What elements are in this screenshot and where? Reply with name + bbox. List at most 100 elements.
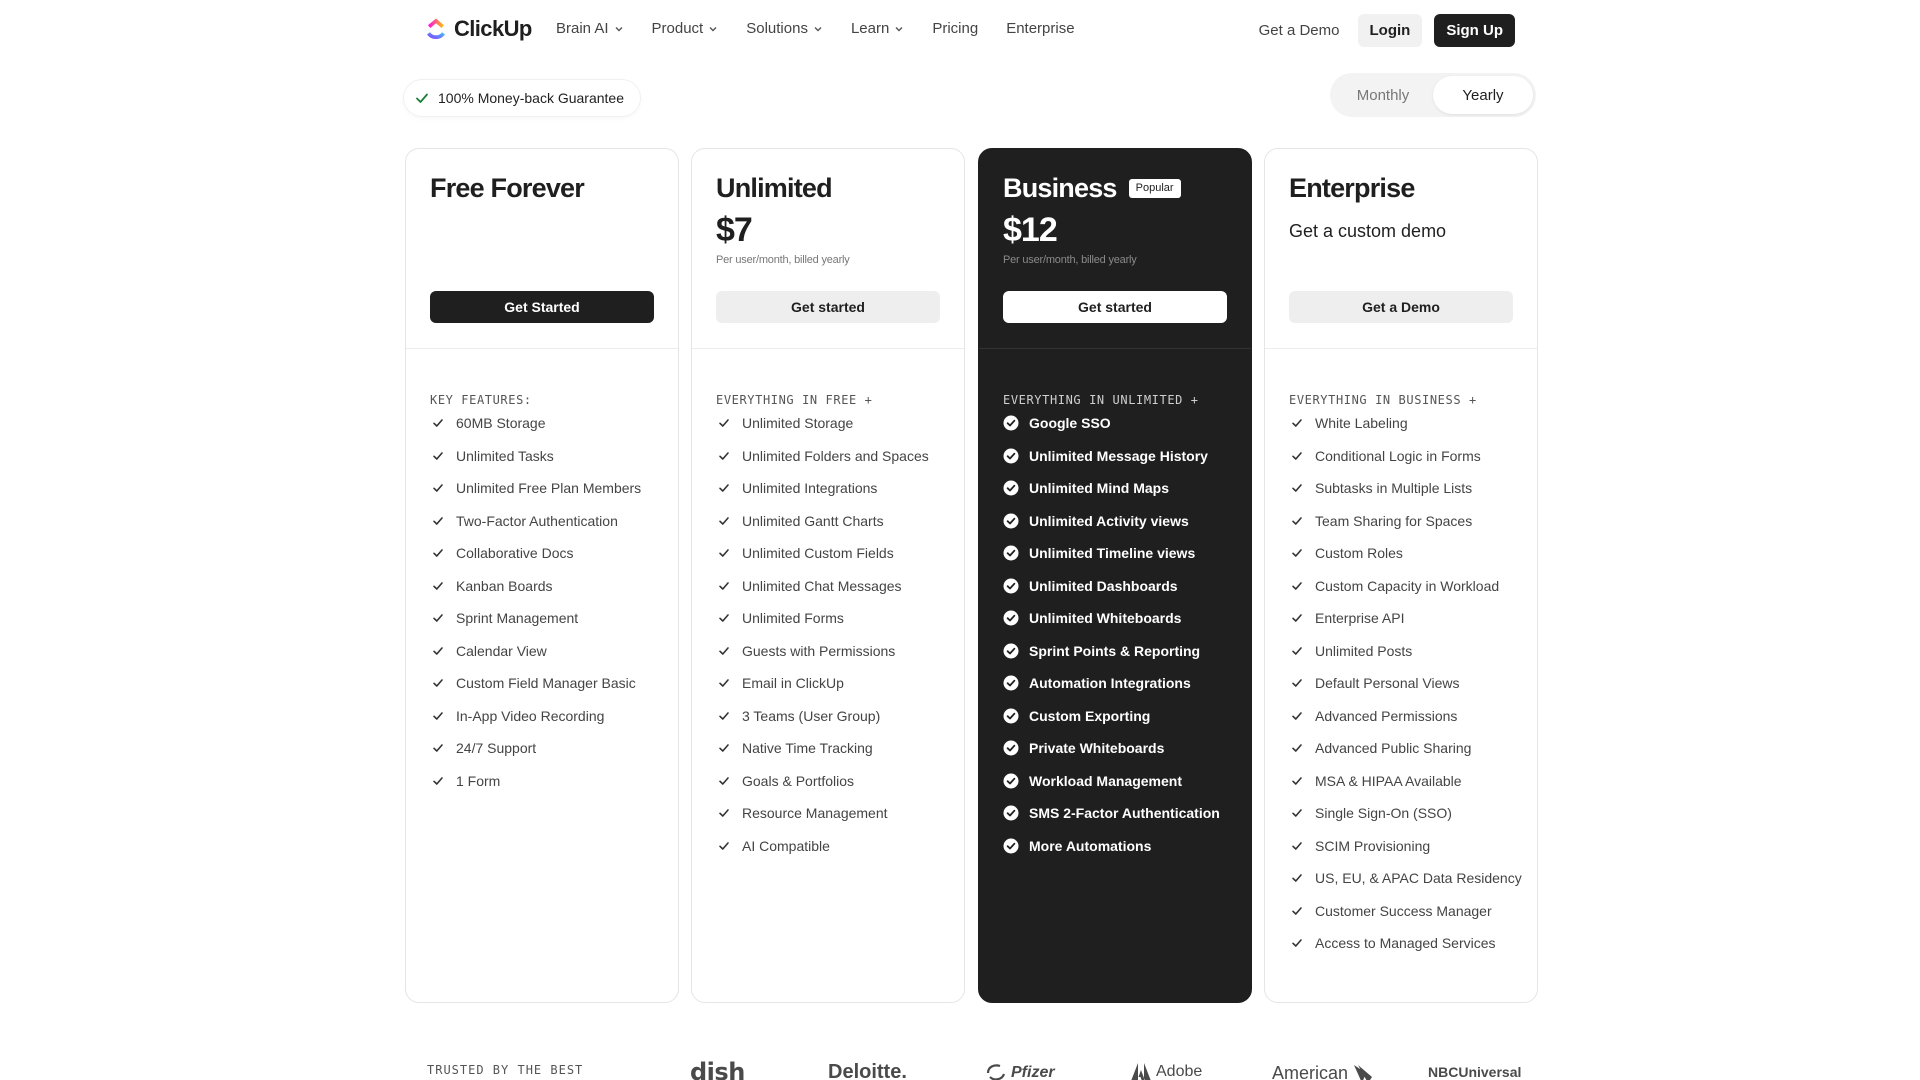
feature-item: Resource Management [716,803,954,823]
feature-item: Sprint Points & Reporting [1003,641,1241,661]
check-circle-icon [1003,708,1019,723]
check-icon [719,451,729,460]
feature-label: White Labeling [1315,415,1408,431]
feature-label: Team Sharing for Spaces [1315,512,1473,529]
chevron-down-icon [895,26,903,31]
feature-label: Unlimited Whiteboards [1029,610,1182,626]
nav-enterprise[interactable]: Enterprise [1006,20,1074,37]
feature-item: Default Personal Views [1289,673,1527,693]
plan-name: Free Forever [430,173,585,204]
get-a-demo-button[interactable]: Get a Demo [1289,291,1513,323]
get-started-button[interactable]: Get started [1003,291,1227,323]
check-icon [719,711,729,720]
adobe-mark-icon [1131,1063,1151,1080]
feature-label: Private Whiteboards [1029,740,1165,756]
feature-item: Access to Managed Services [1289,933,1527,953]
plan-name-text: Enterprise [1289,173,1415,203]
feature-item: Native Time Tracking [716,738,954,758]
check-icon [1292,809,1302,817]
get-started-button[interactable]: Get started [716,291,940,323]
check-icon [719,679,729,687]
feature-label: Unlimited Activity views [1029,512,1189,529]
signup-button[interactable]: Sign Up [1434,14,1515,47]
check-icon [433,451,443,460]
nav-product[interactable]: Product [652,20,719,37]
feature-item: 3 Teams (User Group) [716,706,954,726]
feature-check [430,446,446,466]
nav-learn[interactable]: Learn [851,20,904,37]
feature-check [1003,543,1019,563]
feature-check [430,738,446,758]
feature-check [1289,933,1305,953]
feature-item: Workload Management [1003,771,1241,791]
feature-item: Custom Capacity in Workload [1289,576,1527,596]
feature-item: 24/7 Support [430,738,668,758]
feature-check [1003,803,1019,823]
nav-solutions[interactable]: Solutions [746,20,823,37]
check-icon [416,93,428,103]
feature-list: Unlimited Storage Unlimited Folders and S… [716,413,954,868]
feature-label: Calendar View [456,642,547,659]
check-icon [433,646,443,655]
get-demo-link[interactable]: Get a Demo [1259,22,1340,39]
feature-item: Sprint Management [430,608,668,628]
feature-check [1289,868,1305,888]
check-icon [719,549,729,557]
feature-check [1289,901,1305,921]
feature-check [1003,771,1019,791]
nav-pricing[interactable]: Pricing [932,20,978,37]
plan-card-business: Business Popular $12 Per user/month, bil… [978,148,1252,1003]
feature-label: Unlimited Chat Messages [742,577,902,594]
feature-item: Unlimited Whiteboards [1003,608,1241,628]
feature-check [1289,836,1305,856]
feature-check [1003,836,1019,856]
feature-item: Custom Exporting [1003,706,1241,726]
check-icon [719,614,729,622]
feature-check [1003,413,1019,433]
check-circle-icon [1003,675,1019,691]
check-icon [1292,549,1302,557]
feature-label: Collaborative Docs [456,545,574,561]
feature-label: More Automations [1029,837,1152,854]
feature-label: Subtasks in Multiple Lists [1315,480,1473,496]
feature-item: In-App Video Recording [430,706,668,726]
check-icon [719,841,729,850]
feature-label: Two-Factor Authentication [456,512,618,529]
feature-label: Custom Exporting [1029,707,1151,724]
feature-label: Conditional Logic in Forms [1315,447,1481,464]
feature-label: Unlimited Tasks [456,447,554,464]
feature-label: Unlimited Dashboards [1029,577,1178,594]
get-started-button[interactable]: Get Started [430,291,654,323]
feature-check [1003,641,1019,661]
features-heading: EVERYTHING IN UNLIMITED + [1003,393,1199,407]
feature-check [716,413,732,433]
check-circle-icon [1003,448,1019,463]
chevron-down-icon [814,26,822,31]
feature-check [1289,803,1305,823]
feature-item: Unlimited Message History [1003,446,1241,466]
adobe-logo: Adobe [1130,1062,1202,1080]
feature-item: Unlimited Activity views [1003,511,1241,531]
check-icon [433,744,443,752]
login-button[interactable]: Login [1357,14,1423,47]
feature-item: Advanced Permissions [1289,706,1527,726]
feature-check [716,836,732,856]
feature-item: 1 Form [430,771,668,791]
feature-check [716,673,732,693]
plan-card-header: Business Popular $12 Per user/month, bil… [979,149,1251,349]
feature-item: SCIM Provisioning [1289,836,1527,856]
feature-label: Unlimited Storage [742,415,854,431]
nav-brain-ai[interactable]: Brain AI [556,20,624,37]
check-icon [1292,874,1302,882]
feature-label: Unlimited Message History [1029,447,1208,464]
feature-label: SMS 2-Factor Authentication [1029,805,1220,821]
billing-monthly-option[interactable]: Monthly [1333,76,1433,114]
nav-label: Pricing [932,20,979,37]
feature-check [1289,543,1305,563]
clickup-logo[interactable]: ClickUp [424,16,532,42]
feature-label: Unlimited Gantt Charts [742,512,884,529]
billing-yearly-option[interactable]: Yearly [1433,76,1533,114]
feature-check [1003,608,1019,628]
feature-check [1003,738,1019,758]
feature-check [1003,511,1019,531]
